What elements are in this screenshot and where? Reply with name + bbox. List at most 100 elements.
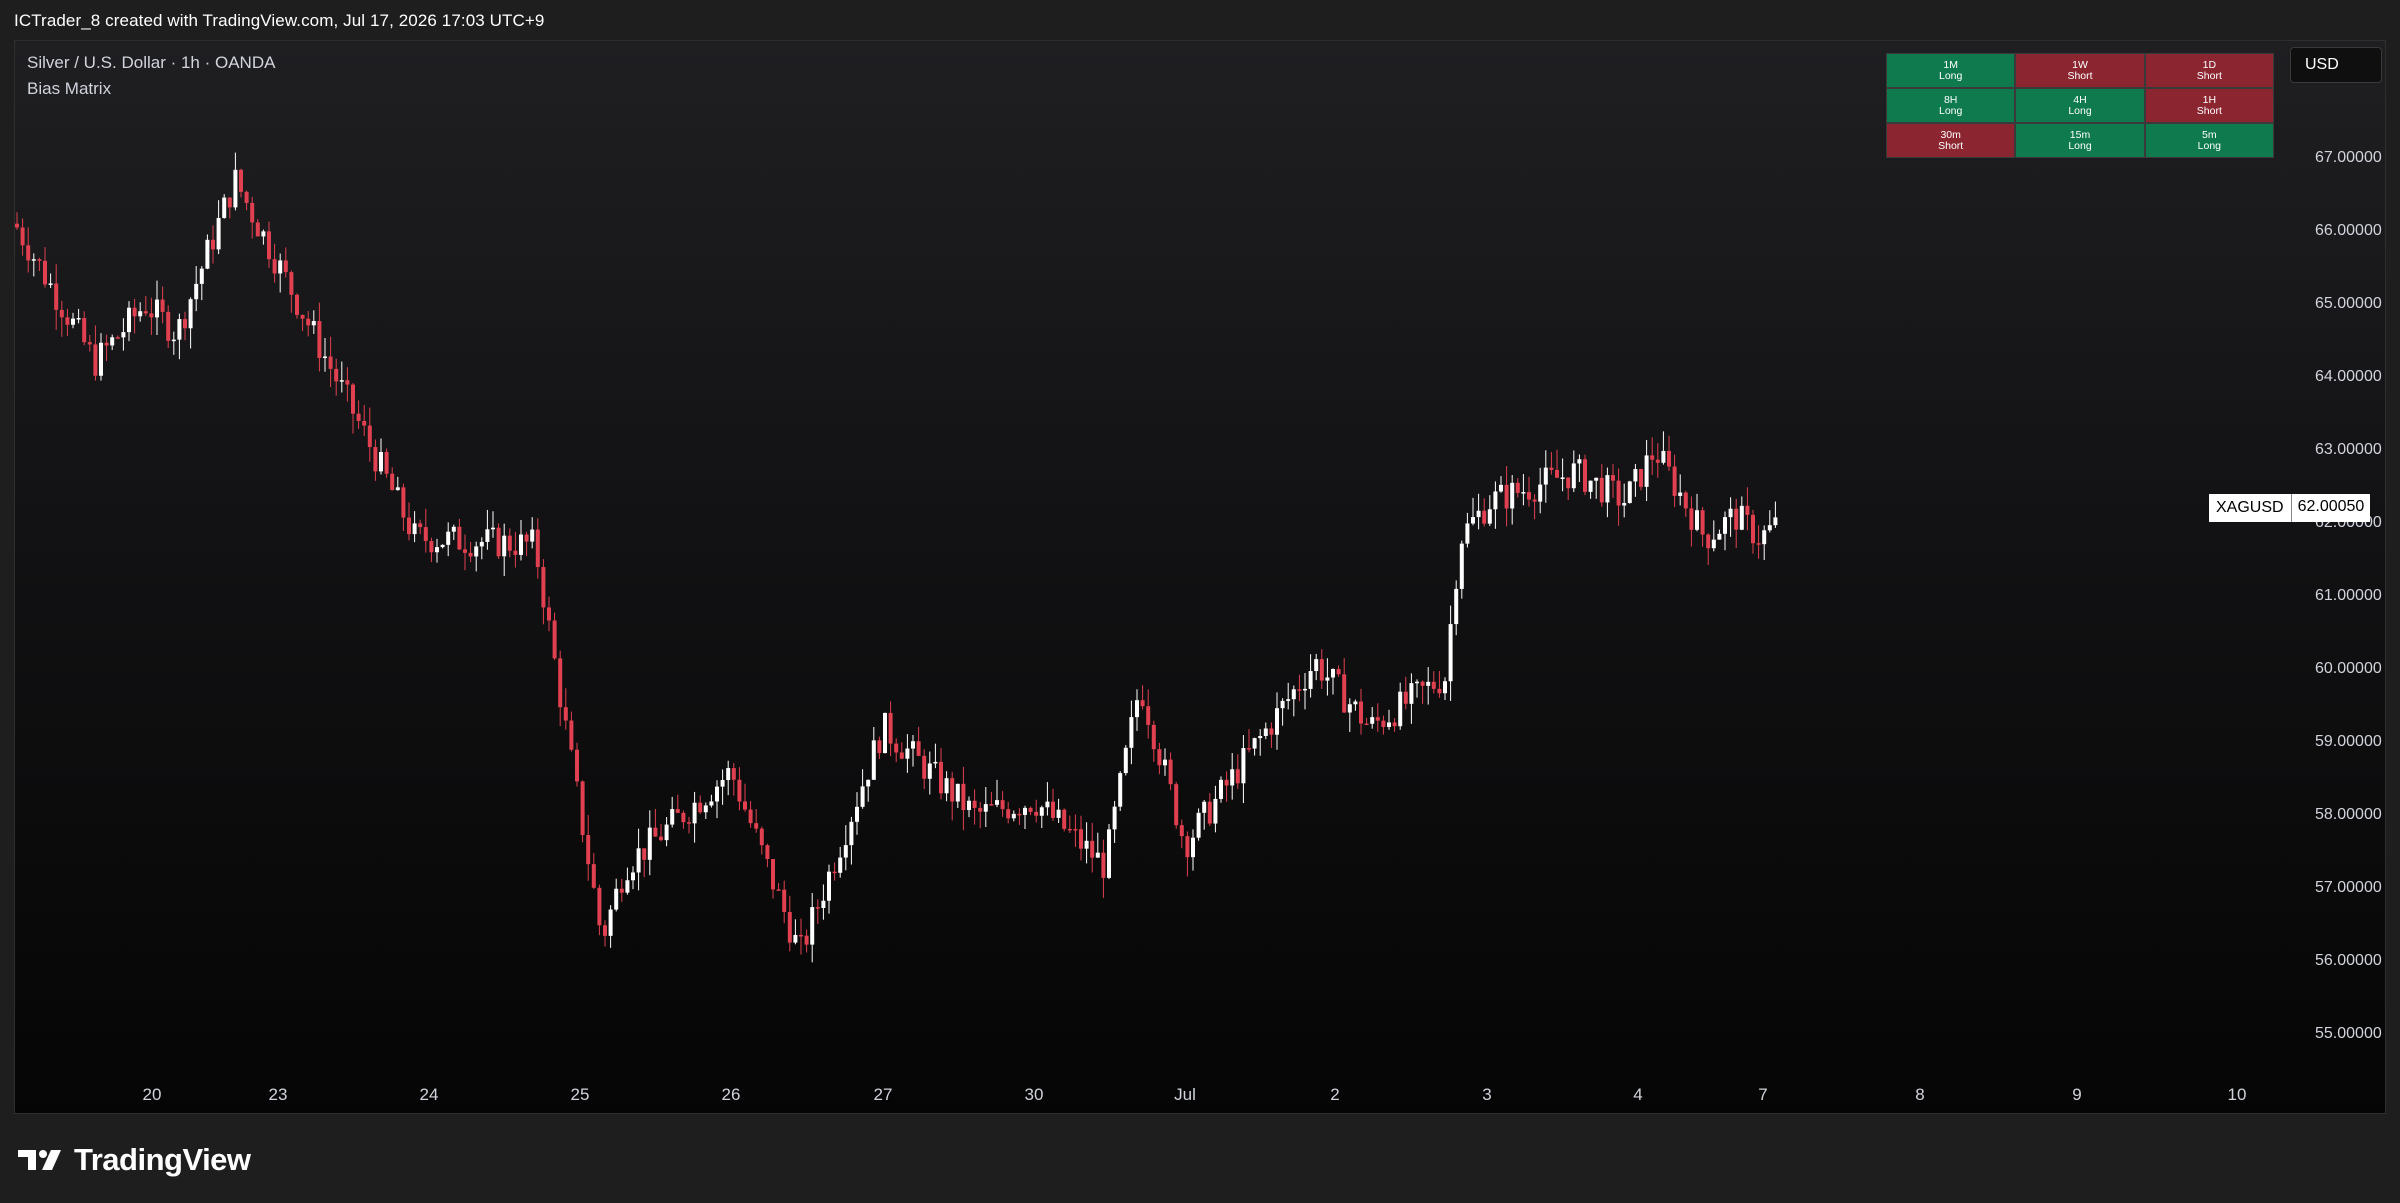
last-price-tag: XAGUSD 62.00050 (2209, 494, 2371, 522)
top-bar: ICTrader_8 created with TradingView.com,… (0, 0, 2400, 40)
candle-body (743, 801, 747, 810)
candle-body (65, 317, 70, 325)
candle (899, 742, 904, 760)
candle (423, 508, 428, 553)
bias-cell-1m: 1M Long (1887, 54, 2015, 87)
candle-body (1622, 503, 1627, 506)
candle (1000, 791, 1005, 817)
candle-body (911, 741, 915, 749)
candle (1174, 781, 1179, 829)
candle-body (1499, 484, 1503, 492)
candle (1381, 715, 1386, 735)
candle (1291, 685, 1296, 717)
candle-body (1174, 784, 1179, 826)
candle-body (412, 523, 417, 535)
candle-body (1039, 807, 1044, 816)
candle-body (933, 761, 938, 764)
candle (827, 864, 831, 914)
candle (754, 808, 759, 833)
candle (132, 298, 137, 334)
candle (1252, 737, 1257, 756)
candle-body (1639, 469, 1643, 487)
candle (267, 221, 271, 268)
candle (692, 791, 697, 843)
candle-body (474, 546, 479, 557)
candle-body (1521, 492, 1526, 494)
candle (1034, 799, 1039, 823)
candle-body (995, 800, 999, 805)
candle (1443, 677, 1447, 700)
candle (675, 794, 680, 814)
candle (1353, 699, 1358, 711)
candle (815, 899, 820, 925)
candle-body (927, 763, 932, 779)
candle (446, 522, 451, 557)
candle (1487, 495, 1492, 527)
candle (1263, 722, 1268, 740)
price-axis[interactable]: 67.00000 66.00000 65.00000 64.00000 63.00000… (2295, 41, 2385, 1081)
candle-body (457, 526, 462, 550)
candle (580, 780, 585, 843)
bias-matrix-table: 1M Long 1W Short 1D Short 8H Long 4H Long 1H Short 3… (1886, 53, 2274, 158)
candle (782, 880, 787, 924)
symbol-info[interactable]: Silver / U.S. Dollar · 1h · OANDA (27, 53, 275, 73)
candle-body (575, 749, 579, 782)
candle-body (1123, 747, 1128, 774)
candle (1482, 498, 1487, 527)
candle-body (1633, 469, 1638, 482)
candle-body (15, 223, 19, 228)
bias-cell-direction: Long (2197, 139, 2221, 152)
candle (222, 194, 227, 219)
candle (37, 257, 42, 272)
candle-body (138, 311, 143, 317)
candle-body (1286, 699, 1291, 701)
candle (703, 802, 708, 819)
candle (636, 828, 641, 891)
candle (849, 816, 854, 865)
candle (1431, 671, 1436, 694)
candle-body (272, 259, 277, 274)
candle-body (983, 804, 988, 812)
chart-pane[interactable]: Silver / U.S. Dollar · 1h · OANDA Bias M… (14, 40, 2386, 1114)
candle-body (160, 299, 165, 312)
candle-body (1515, 482, 1520, 493)
candle-body (1196, 812, 1201, 838)
candle-body (905, 748, 910, 759)
candle (642, 848, 647, 878)
candle-body (939, 761, 943, 794)
candle (1560, 458, 1565, 492)
candle-body (1011, 813, 1016, 819)
candle-body (496, 527, 501, 557)
candle (1767, 510, 1772, 533)
candle-body (115, 337, 120, 339)
candle-body (199, 268, 204, 284)
candle (328, 336, 333, 388)
candle (300, 314, 305, 331)
candle (1403, 676, 1408, 710)
candle (43, 247, 47, 288)
candle (1700, 507, 1705, 547)
candle-body (1140, 700, 1145, 707)
candle (1079, 815, 1083, 861)
candle-body (877, 740, 882, 754)
candle-body (1017, 813, 1022, 816)
candlestick-series[interactable] (15, 41, 2295, 1081)
candle (603, 920, 607, 947)
candle (1056, 798, 1061, 824)
time-tick-label: 9 (2072, 1085, 2082, 1104)
price-tick-label: 58.00000 (2315, 806, 2382, 823)
candle (1325, 658, 1330, 696)
candle (1107, 823, 1111, 880)
candle-body (1471, 517, 1475, 524)
candle-body (1381, 720, 1386, 727)
candle (463, 534, 467, 571)
candle-body (507, 535, 512, 551)
candle-body (1577, 459, 1582, 464)
candle (1527, 476, 1531, 507)
indicator-label[interactable]: Bias Matrix (27, 79, 111, 99)
time-axis[interactable]: 20 23 24 25 26 27 30 Jul 2 3 4 7 8 9 10 (15, 1081, 2295, 1113)
candle-body (1706, 534, 1711, 549)
candle-body (519, 534, 523, 555)
candle (664, 816, 669, 847)
candle (1745, 487, 1750, 531)
